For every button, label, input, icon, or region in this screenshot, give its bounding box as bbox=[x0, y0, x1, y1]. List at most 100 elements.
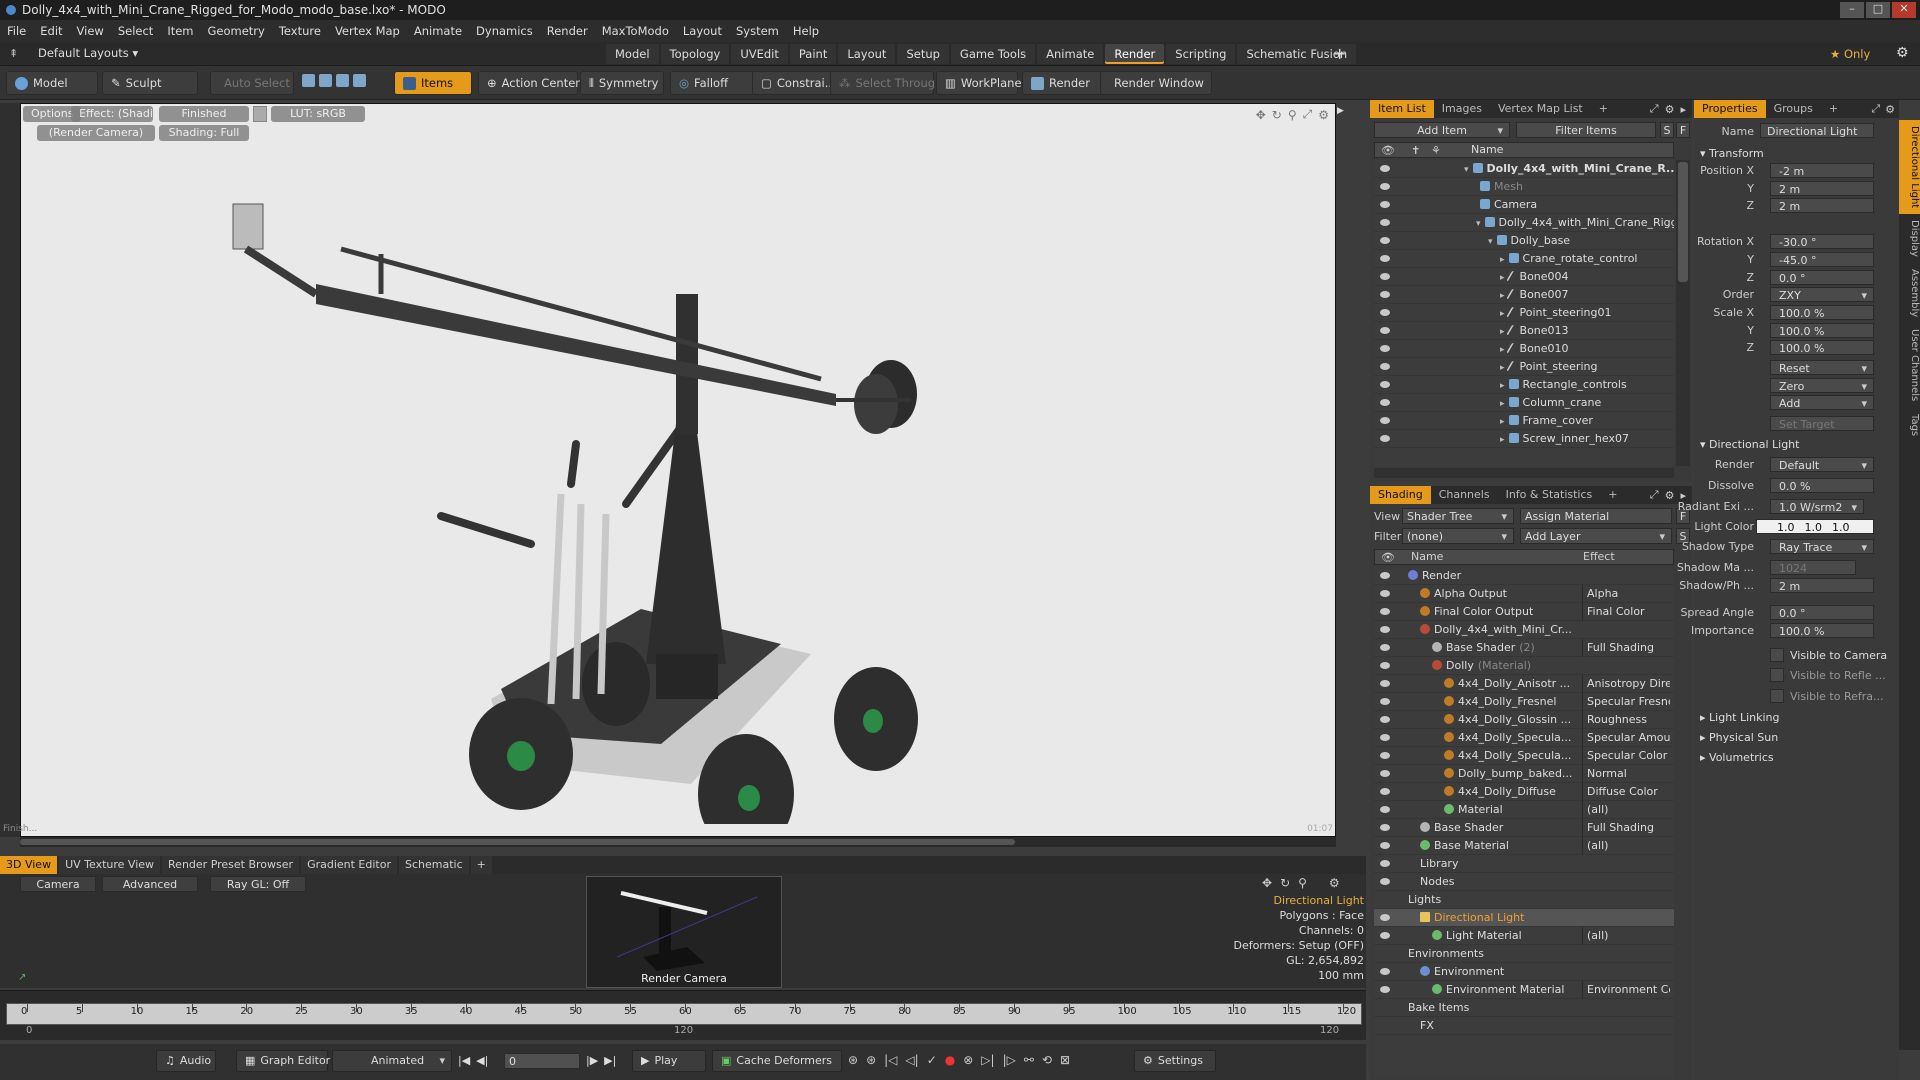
layout-tab-uvedit[interactable]: UVEdit bbox=[731, 44, 788, 64]
visibility-eye-icon[interactable] bbox=[1380, 183, 1390, 190]
zoom-icon[interactable]: ⚲ bbox=[1288, 108, 1297, 122]
visibility-eye-icon[interactable] bbox=[1380, 417, 1390, 424]
collapsed-section-header[interactable]: ▸ Physical Sun bbox=[1700, 731, 1778, 744]
menu-dynamics[interactable]: Dynamics bbox=[469, 20, 540, 42]
visibility-eye-icon[interactable] bbox=[1380, 878, 1390, 885]
key-all-icon[interactable]: ⊛ bbox=[866, 1053, 876, 1067]
visibility-eye-icon[interactable] bbox=[1380, 770, 1390, 777]
layout-tab-setup[interactable]: Setup bbox=[897, 44, 949, 64]
filter-items-field[interactable]: Filter Items bbox=[1516, 122, 1656, 138]
render-camera-button[interactable]: (Render Camera) bbox=[37, 125, 155, 141]
property-value-field[interactable]: 0.0 ° bbox=[1770, 605, 1874, 621]
maximize-button[interactable]: □ bbox=[1866, 2, 1890, 18]
layout-tab-model[interactable]: Model bbox=[606, 44, 659, 64]
side-tab-display[interactable]: Display bbox=[1899, 214, 1920, 263]
visibility-eye-icon[interactable] bbox=[1380, 590, 1390, 597]
only-toggle[interactable]: ★ Only bbox=[1830, 47, 1870, 61]
visibility-eye-icon[interactable] bbox=[1380, 824, 1390, 831]
shader-tree-row[interactable]: Library bbox=[1374, 855, 1674, 873]
menu-help[interactable]: Help bbox=[786, 20, 826, 42]
item-name-field[interactable]: Directional Light bbox=[1760, 123, 1874, 138]
shader-tree-row[interactable]: 4x4_Dolly_Anisotr ... Anisotropy Dire... bbox=[1374, 675, 1674, 693]
shader-tree-row[interactable]: 4x4_Dolly_Glossin ... Roughness bbox=[1374, 711, 1674, 729]
visibility-eye-icon[interactable] bbox=[1380, 932, 1390, 939]
edge-mode-icon[interactable] bbox=[319, 74, 332, 87]
menu-arrow-icon[interactable]: ▸ bbox=[1680, 103, 1686, 116]
expand-arrow-icon[interactable]: ▸ bbox=[1500, 309, 1505, 319]
visibility-eye-icon[interactable] bbox=[1380, 219, 1390, 226]
loop-icon[interactable]: ⟲ bbox=[1042, 1053, 1052, 1067]
next-key-icon[interactable]: ▷| bbox=[981, 1053, 994, 1067]
shader-tree-row[interactable]: Bake Items bbox=[1374, 999, 1674, 1017]
cache-deformers-button[interactable]: ▣ Cache Deformers bbox=[712, 1050, 842, 1072]
visibility-eye-icon[interactable] bbox=[1380, 363, 1390, 370]
item-list-row[interactable]: Camera bbox=[1374, 196, 1674, 214]
menu-layout[interactable]: Layout bbox=[676, 20, 729, 42]
zero-dropdown[interactable]: Zero bbox=[1770, 377, 1874, 393]
auto-key-icon[interactable]: ⊗ bbox=[963, 1053, 973, 1067]
maximize-view-icon[interactable]: ⤢ bbox=[1303, 107, 1313, 122]
visibility-eye-icon[interactable] bbox=[1380, 914, 1390, 921]
set-target-button[interactable]: Set Target bbox=[1770, 416, 1874, 432]
step-back-icon[interactable]: ◀| bbox=[476, 1054, 488, 1067]
checkbox[interactable] bbox=[1770, 688, 1784, 703]
item-list-tab-vertex-map-list[interactable]: Vertex Map List bbox=[1490, 100, 1591, 118]
side-tab-directional-light[interactable]: Directional Light bbox=[1899, 120, 1920, 215]
transform-section-header[interactable]: ▾ Transform bbox=[1700, 147, 1764, 160]
viewport-effect-button[interactable]: Effect: (Shadi... bbox=[71, 106, 153, 122]
shader-tree-row[interactable]: Dolly_4x4_with_Mini_Cr... bbox=[1374, 621, 1674, 639]
properties-tab-groups[interactable]: Groups bbox=[1766, 100, 1821, 118]
shader-tree-row[interactable]: Base Shader (2) Full Shading bbox=[1374, 639, 1674, 657]
visibility-eye-icon[interactable] bbox=[1380, 968, 1390, 975]
menu-texture[interactable]: Texture bbox=[272, 20, 328, 42]
property-value-field[interactable]: Default bbox=[1770, 457, 1874, 473]
menu-select[interactable]: Select bbox=[111, 20, 160, 42]
shading-tab-add[interactable]: + bbox=[1600, 486, 1625, 504]
shader-tree-row[interactable]: Directional Light bbox=[1374, 909, 1674, 927]
expand-icon[interactable]: ⤢ bbox=[1650, 488, 1659, 502]
menu-animate[interactable]: Animate bbox=[407, 20, 469, 42]
add-dropdown[interactable]: Add bbox=[1770, 395, 1874, 411]
menu-system[interactable]: System bbox=[729, 20, 786, 42]
property-value-field[interactable]: 1.0 W/srm2 bbox=[1770, 498, 1864, 514]
constraints-button[interactable]: ▢ Constrai... bbox=[752, 71, 836, 95]
shader-effect-dropdown[interactable]: Anisotropy Dire... bbox=[1582, 675, 1670, 693]
viewport-expand-icon[interactable]: ▶ bbox=[1337, 106, 1347, 116]
visibility-eye-icon[interactable] bbox=[1380, 309, 1390, 316]
key-back-icon[interactable]: ◁| bbox=[905, 1053, 918, 1067]
camera-preview-thumbnail[interactable]: Render Camera bbox=[586, 876, 782, 988]
collapsed-section-header[interactable]: ▸ Light Linking bbox=[1700, 711, 1780, 724]
viewport-scrollbar[interactable] bbox=[20, 837, 1336, 847]
menu-view[interactable]: View bbox=[70, 20, 111, 42]
visibility-eye-icon[interactable] bbox=[1380, 165, 1390, 172]
expand-arrow-icon[interactable]: ▸ bbox=[1500, 417, 1505, 427]
expand-arrow-icon[interactable]: ▸ bbox=[1500, 363, 1505, 373]
property-value-field[interactable]: 2 m bbox=[1770, 180, 1874, 196]
menu-maxtomodo[interactable]: MaxToModo bbox=[595, 20, 676, 42]
shader-tree-row[interactable]: 4x4_Dolly_Specula... Specular Color bbox=[1374, 747, 1674, 765]
vertex-mode-icon[interactable] bbox=[302, 74, 315, 87]
expand-arrow-icon[interactable]: ▾ bbox=[1476, 219, 1481, 229]
visibility-eye-icon[interactable] bbox=[1380, 626, 1390, 633]
shading-tab-channels[interactable]: Channels bbox=[1431, 486, 1498, 504]
lut-button[interactable]: LUT: sRGB bbox=[271, 106, 365, 122]
shader-tree-row[interactable]: Dolly (Material) bbox=[1374, 657, 1674, 675]
item-list-tab-images[interactable]: Images bbox=[1434, 100, 1490, 118]
link-icon[interactable]: ⚯ bbox=[1024, 1053, 1034, 1067]
expand-arrow-icon[interactable]: ▸ bbox=[1500, 381, 1505, 391]
directional-light-section-header[interactable]: ▾ Directional Light bbox=[1700, 438, 1799, 451]
shader-effect-dropdown[interactable]: Full Shading bbox=[1582, 639, 1670, 657]
graph-editor-button[interactable]: ▦ Graph Editor bbox=[236, 1050, 330, 1072]
bottom-tab-add[interactable]: + bbox=[470, 856, 492, 874]
shading-mode-button[interactable]: Shading: Full bbox=[159, 125, 249, 141]
key-forward-icon[interactable]: |▷ bbox=[1003, 1053, 1016, 1067]
shader-effect-dropdown[interactable]: (all) bbox=[1582, 927, 1670, 945]
add-layout-button[interactable]: + bbox=[1333, 44, 1346, 63]
shader-tree-row[interactable]: Base Shader Full Shading bbox=[1374, 819, 1674, 837]
shader-tree-row[interactable]: Environment bbox=[1374, 963, 1674, 981]
polygon-mode-icon[interactable] bbox=[336, 74, 349, 87]
properties-tab-add[interactable]: + bbox=[1821, 100, 1846, 118]
viewport-gear-icon[interactable]: ⚙ bbox=[1318, 108, 1329, 122]
visibility-eye-icon[interactable] bbox=[1380, 734, 1390, 741]
visibility-eye-icon[interactable] bbox=[1380, 255, 1390, 262]
